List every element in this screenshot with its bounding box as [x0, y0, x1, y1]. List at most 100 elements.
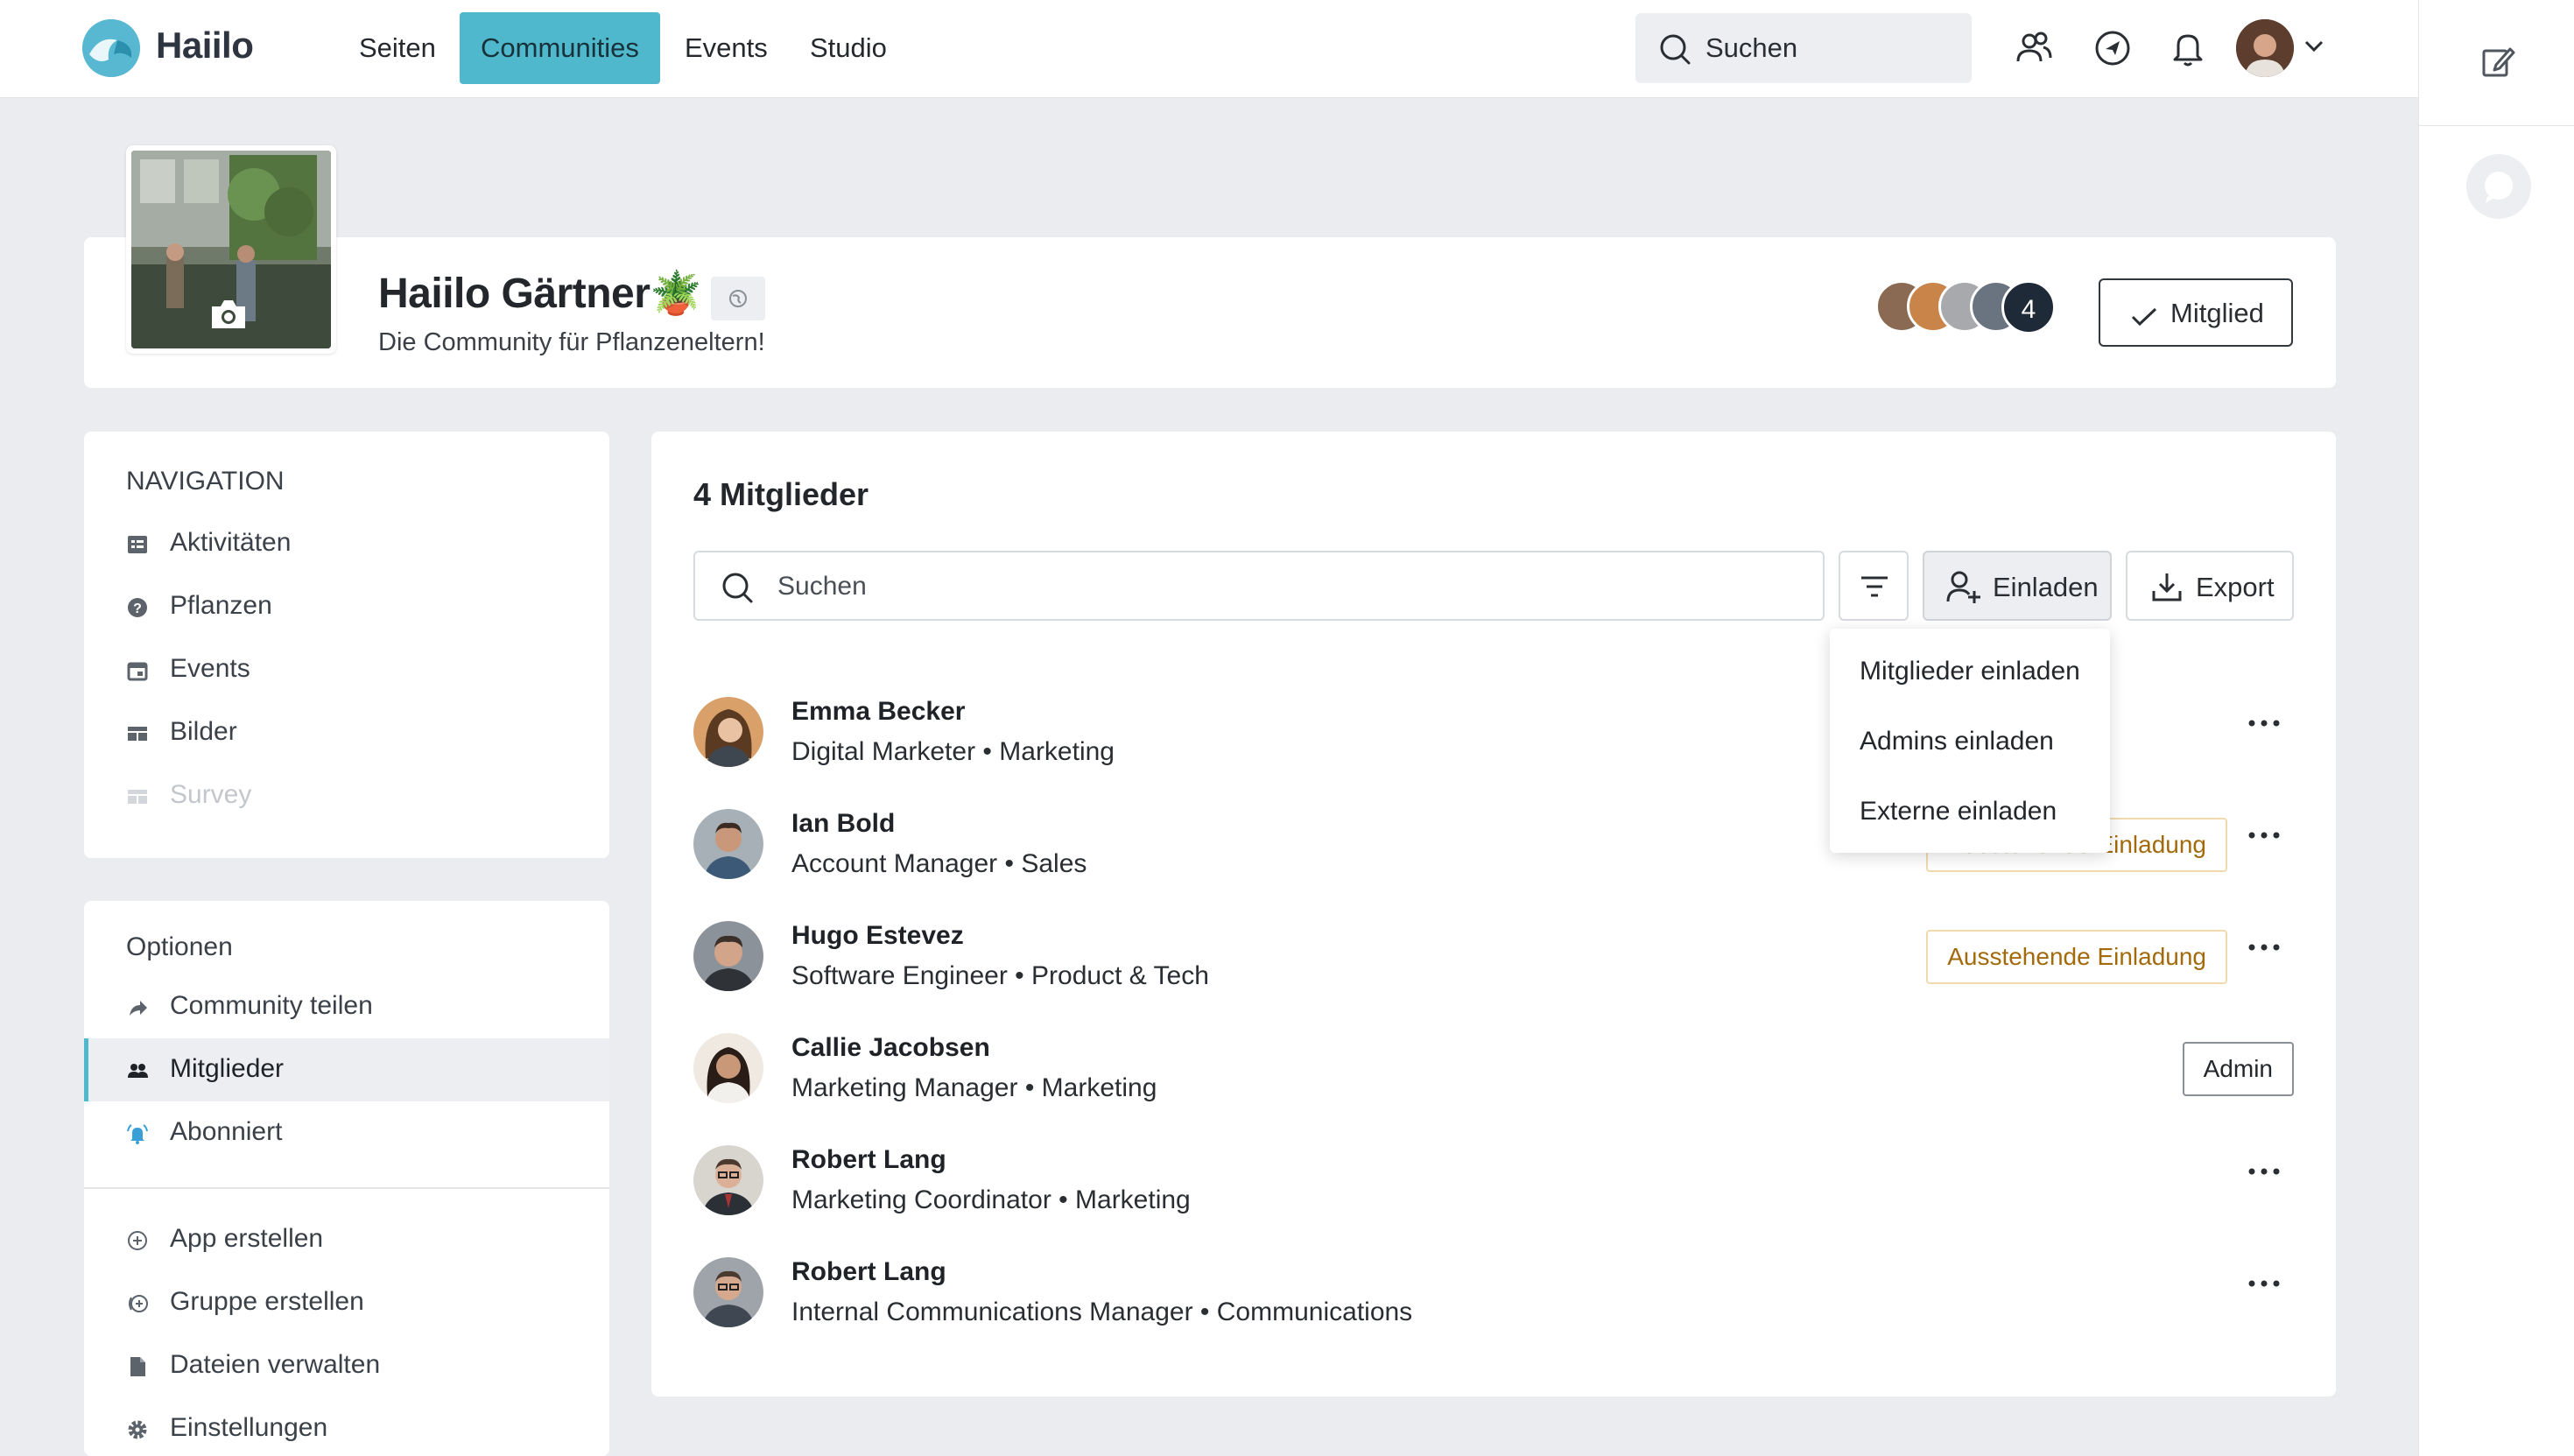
nav-item-survey[interactable]: Survey — [84, 764, 609, 827]
nav-events[interactable]: Events — [664, 12, 789, 84]
member-name[interactable]: Hugo Estevez — [791, 921, 964, 951]
nav-item-label: Bilder — [170, 717, 237, 746]
gear-icon — [128, 1420, 147, 1439]
more-options-icon[interactable] — [2247, 940, 2282, 954]
option-mitglieder[interactable]: Mitglieder — [84, 1038, 609, 1101]
nav-item-label: Events — [170, 654, 250, 683]
member-avatar — [693, 697, 763, 767]
nav-item-pflanzen[interactable]: ? Pflanzen — [84, 575, 609, 638]
member-search-input[interactable]: Suchen — [693, 551, 1825, 621]
member-name[interactable]: Robert Lang — [791, 1145, 946, 1175]
nav-item-events[interactable]: Events — [84, 638, 609, 701]
invite-button[interactable]: Einladen — [1923, 551, 2112, 621]
chat-icon[interactable] — [2466, 154, 2531, 219]
global-search-input[interactable]: Suchen — [1635, 13, 1972, 83]
share-icon — [130, 1001, 147, 1016]
menu-item-invite-admins[interactable]: Admins einladen — [1860, 727, 2054, 756]
members-icon — [128, 1064, 148, 1078]
member-row[interactable]: Robert Lang Internal Communications Mana… — [693, 1240, 2294, 1352]
nav-item-bilder[interactable]: Bilder — [84, 701, 609, 764]
action-label: Dateien verwalten — [170, 1350, 381, 1379]
member-name[interactable]: Callie Jacobsen — [791, 1033, 990, 1063]
nav-seiten[interactable]: Seiten — [338, 12, 457, 84]
option-abonniert[interactable]: Abonniert — [84, 1101, 609, 1164]
member-details: Software Engineer • Product & Tech — [791, 961, 1209, 990]
member-details: Account Manager • Sales — [791, 849, 1087, 878]
action-app-erstellen[interactable]: App erstellen — [84, 1208, 609, 1271]
global-search-placeholder: Suchen — [1705, 32, 1798, 63]
activity-icon — [128, 536, 147, 553]
public-badge — [711, 277, 765, 320]
member-row[interactable]: Hugo Estevez Software Engineer • Product… — [693, 904, 2294, 1016]
bell-icon[interactable] — [2168, 28, 2208, 68]
colleagues-icon[interactable] — [2014, 28, 2054, 68]
filter-icon — [1861, 576, 1888, 597]
haiilo-logo[interactable] — [82, 19, 140, 77]
pending-invite-badge: Ausstehende Einladung — [1926, 930, 2227, 984]
more-options-icon[interactable] — [2247, 1277, 2282, 1291]
member-name[interactable]: Ian Bold — [791, 809, 895, 839]
navigation-compass-icon[interactable] — [2092, 28, 2133, 68]
action-label: App erstellen — [170, 1224, 324, 1253]
community-description: Die Community für Pflanzeneltern! — [378, 328, 765, 356]
help-icon: ? — [128, 598, 147, 617]
menu-item-invite-members[interactable]: Mitglieder einladen — [1860, 657, 2080, 686]
more-options-icon[interactable] — [2247, 716, 2282, 730]
search-icon — [1660, 34, 1691, 65]
nav-communities[interactable]: Communities — [460, 12, 660, 84]
menu-item-invite-external[interactable]: Externe einladen — [1860, 797, 2057, 826]
export-button-label: Export — [2196, 572, 2275, 602]
member-name[interactable]: Emma Becker — [791, 697, 965, 727]
option-label: Community teilen — [170, 991, 373, 1020]
user-avatar[interactable] — [2236, 19, 2294, 77]
member-avatar — [693, 809, 763, 879]
nav-item-aktivitaeten[interactable]: Aktivitäten — [84, 512, 609, 575]
member-row[interactable]: Robert Lang Marketing Coordinator • Mark… — [693, 1128, 2294, 1240]
right-sidebar — [2418, 0, 2574, 1456]
download-icon — [2152, 573, 2182, 601]
chevron-down-icon[interactable] — [2304, 40, 2324, 53]
filter-button[interactable] — [1839, 551, 1909, 621]
member-row[interactable]: Callie Jacobsen Marketing Manager • Mark… — [693, 1016, 2294, 1128]
more-options-icon[interactable] — [2247, 828, 2282, 842]
add-user-icon — [1946, 571, 1980, 603]
action-einstellungen[interactable]: Einstellungen — [84, 1397, 609, 1456]
community-cover-image[interactable] — [126, 145, 336, 354]
options-card: Optionen Community teilen Mitglieder Abo… — [84, 901, 609, 1456]
export-button[interactable]: Export — [2126, 551, 2294, 621]
action-label: Einstellungen — [170, 1413, 328, 1442]
brand-name[interactable]: Haiilo — [156, 25, 254, 67]
member-details: Internal Communications Manager • Commun… — [791, 1298, 1413, 1326]
invite-button-label: Einladen — [1993, 572, 2099, 602]
more-options-icon[interactable] — [2247, 1164, 2282, 1178]
member-avatar — [693, 1145, 763, 1215]
members-title: 4 Mitglieder — [693, 476, 869, 512]
action-dateien-verwalten[interactable]: Dateien verwalten — [84, 1334, 609, 1397]
subscribe-icon — [127, 1124, 148, 1144]
member-avatar — [693, 921, 763, 991]
member-name[interactable]: Robert Lang — [791, 1257, 946, 1287]
camera-icon[interactable] — [208, 298, 249, 331]
member-avatar — [693, 1257, 763, 1327]
search-icon — [722, 573, 753, 603]
globe-icon — [729, 290, 747, 307]
navigation-card: NAVIGATION Aktivitäten ? Pflanzen Events… — [84, 432, 609, 858]
add-circle-icon — [128, 1231, 147, 1250]
file-icon — [130, 1357, 145, 1376]
nav-item-label: Aktivitäten — [170, 528, 292, 557]
action-gruppe-erstellen[interactable]: Gruppe erstellen — [84, 1271, 609, 1334]
check-icon — [2131, 307, 2157, 327]
member-search-placeholder: Suchen — [777, 572, 867, 601]
member-avatar — [693, 1033, 763, 1103]
member-button-label: Mitglied — [2170, 298, 2264, 328]
svg-text:?: ? — [133, 601, 142, 616]
member-count-badge[interactable]: 4 — [2001, 280, 2056, 334]
option-label: Mitglieder — [170, 1054, 285, 1083]
member-button[interactable]: Mitglied — [2099, 278, 2293, 347]
gallery-icon — [128, 727, 147, 741]
edit-icon[interactable] — [2480, 44, 2515, 79]
calendar-icon — [127, 662, 148, 681]
add-group-icon — [129, 1295, 148, 1312]
option-community-teilen[interactable]: Community teilen — [84, 975, 609, 1038]
nav-studio[interactable]: Studio — [789, 12, 908, 84]
